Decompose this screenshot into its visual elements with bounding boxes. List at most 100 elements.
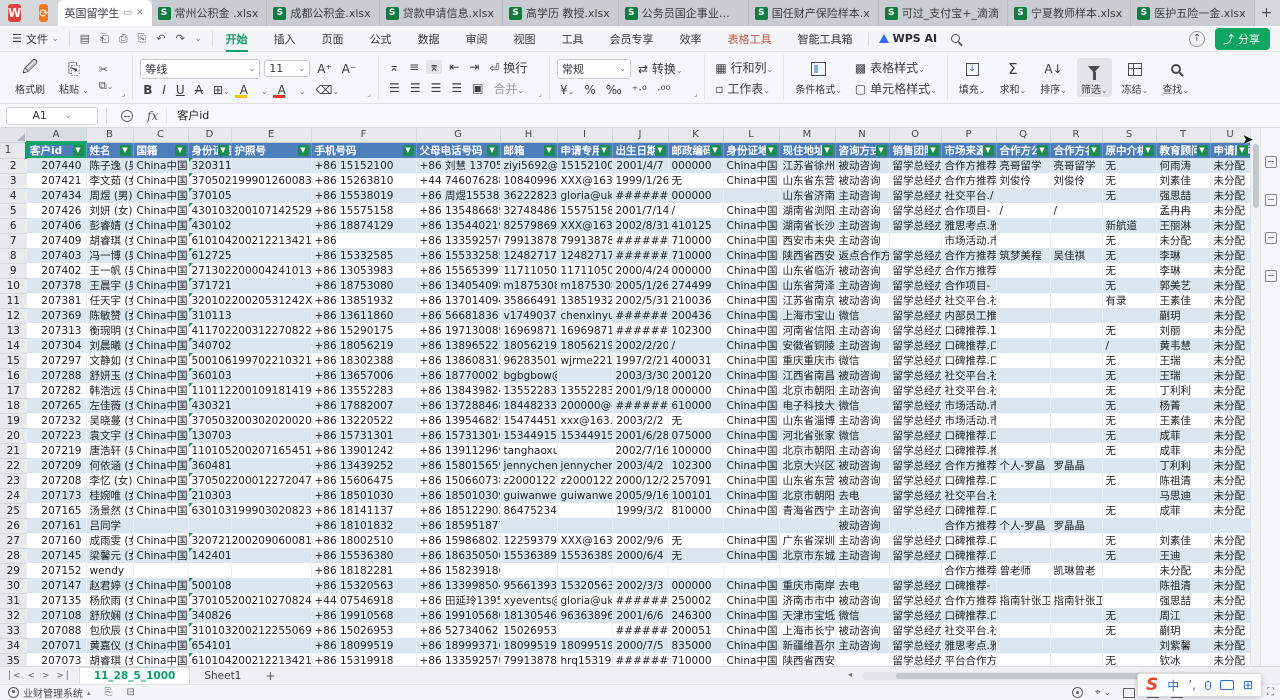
cell[interactable]: 2005/9/16 <box>612 488 668 503</box>
cancel-icon[interactable] <box>121 110 133 122</box>
cell[interactable]: China中国 <box>723 593 779 608</box>
cell[interactable]: 2002/7/16 <box>612 443 668 458</box>
cell[interactable] <box>996 293 1050 308</box>
cell[interactable]: China中国 <box>133 653 188 666</box>
doc-tab[interactable]: S公务员国企事业单位 <box>619 0 749 26</box>
cell[interactable]: China中国 <box>723 608 779 623</box>
cell[interactable]: 留学总经办 <box>889 458 941 473</box>
vertical-scrollbar[interactable] <box>1250 128 1260 666</box>
cell[interactable]: 15474451 <box>500 413 557 428</box>
cell[interactable]: 李文茹 (女 <box>86 173 133 188</box>
menu-item-数据[interactable]: 数据 <box>405 27 453 51</box>
cell[interactable]: +86 15536380 <box>311 548 416 563</box>
cell[interactable] <box>231 233 311 248</box>
cell[interactable] <box>1050 278 1102 293</box>
cell[interactable] <box>231 308 311 323</box>
cell[interactable]: 15320563 <box>557 578 612 593</box>
cell[interactable] <box>996 383 1050 398</box>
menu-item-视图[interactable]: 视图 <box>501 27 549 51</box>
cell[interactable]: 口碑推荐.口 <box>941 353 996 368</box>
cell[interactable] <box>231 488 311 503</box>
cell[interactable] <box>1050 338 1102 353</box>
copy-icon[interactable]: ⧉⌄ <box>99 79 114 93</box>
panel-icon-2[interactable] <box>1265 194 1277 206</box>
cell[interactable]: 无 <box>1102 173 1156 188</box>
cell[interactable]: / <box>996 203 1050 218</box>
cell[interactable]: 合作方推荐 <box>941 158 996 173</box>
cell[interactable]: 电子科技大 <box>779 398 835 413</box>
cell[interactable] <box>231 353 311 368</box>
cell[interactable]: 口碑推荐.推 <box>941 443 996 458</box>
cell[interactable] <box>723 563 779 578</box>
cell[interactable]: 无 <box>1102 158 1156 173</box>
microphone-icon[interactable] <box>1205 681 1211 690</box>
cell[interactable]: 留学总经办 <box>889 248 941 263</box>
cell[interactable]: +86 1553325850 <box>416 248 500 263</box>
cell[interactable]: 主动咨询 <box>835 233 889 248</box>
cell[interactable] <box>996 263 1050 278</box>
cell[interactable]: 未分配 <box>1210 488 1250 503</box>
cell[interactable]: 合作方推荐 <box>941 593 996 608</box>
cell[interactable]: 文静如 (女 <box>86 353 133 368</box>
cell[interactable]: 郭美艺 <box>1156 278 1210 293</box>
cell[interactable]: 未分配 <box>1210 368 1250 383</box>
wrap-text-button[interactable]: ⏎ 换行 <box>486 59 530 76</box>
cell[interactable]: +86 1506607386 <box>416 473 500 488</box>
cell[interactable] <box>996 638 1050 653</box>
cell[interactable]: China中国 <box>133 158 188 173</box>
row-number[interactable]: 6 <box>0 218 26 233</box>
panel-icon-3[interactable] <box>1265 232 1277 244</box>
cell[interactable]: 15536389 <box>557 548 612 563</box>
cell[interactable] <box>889 233 941 248</box>
cell[interactable]: +86 周煜155380 <box>416 188 500 203</box>
cell[interactable]: 合作方推荐 <box>941 263 996 278</box>
cell[interactable] <box>612 518 668 533</box>
cell[interactable]: 被动咨询 <box>835 593 889 608</box>
cell[interactable]: wjrme221@ <box>557 353 612 368</box>
cell[interactable]: China中国 <box>723 488 779 503</box>
col-letter-P[interactable]: P <box>941 128 996 142</box>
cell[interactable]: China中国 <box>133 608 188 623</box>
cell[interactable]: 留学总经办 <box>889 578 941 593</box>
cell[interactable]: ######## <box>612 308 668 323</box>
cell[interactable]: 610104200212213421 <box>188 653 231 666</box>
cell[interactable]: 207071 <box>26 638 86 653</box>
cell[interactable]: +86 <box>311 233 416 248</box>
cell[interactable]: 654101200007050581 <box>188 638 231 653</box>
row-number[interactable]: 20 <box>0 428 26 443</box>
cell[interactable]: China中国 <box>723 308 779 323</box>
cell[interactable] <box>231 608 311 623</box>
cell[interactable]: 200051 <box>668 623 723 638</box>
col-letter-F[interactable]: F <box>311 128 416 142</box>
cell[interactable]: 2000/12/27 <box>612 473 668 488</box>
row-number[interactable]: 19 <box>0 413 26 428</box>
cell[interactable] <box>996 578 1050 593</box>
cell[interactable]: XXX@163. <box>557 218 612 233</box>
eye-protect-icon[interactable] <box>1072 687 1083 698</box>
cell[interactable]: 胡睿琪 (女 <box>86 233 133 248</box>
cell[interactable]: 400031 <box>668 353 723 368</box>
header-cell[interactable]: 现住地址▼ <box>779 142 835 158</box>
filter-dropdown-icon[interactable]: ▼ <box>822 145 833 156</box>
cell[interactable]: 未分配 <box>1210 218 1250 233</box>
cell[interactable]: +86 18753080 <box>311 278 416 293</box>
cell[interactable]: 130703200106280921 <box>188 428 231 443</box>
cell[interactable]: 430321200211140121 <box>188 398 231 413</box>
cell[interactable]: ######## <box>612 398 668 413</box>
cell[interactable]: 135522836 <box>500 383 557 398</box>
cell[interactable]: 710000 <box>668 653 723 666</box>
cell[interactable]: 无 <box>1102 413 1156 428</box>
cell[interactable]: xyevents@ <box>500 593 557 608</box>
cell[interactable]: +86 15575158 <box>311 203 416 218</box>
cell[interactable]: 799138782 <box>500 233 557 248</box>
align-top-icon[interactable]: ⌅ <box>386 60 402 74</box>
cell[interactable]: 主动咨询 <box>835 443 889 458</box>
cell[interactable]: China中国 <box>133 473 188 488</box>
cell[interactable]: 未分配 <box>1210 173 1250 188</box>
cell[interactable]: 去电 <box>835 488 889 503</box>
cell[interactable]: 124827175 <box>500 248 557 263</box>
underline-button[interactable]: U <box>173 83 188 97</box>
cell[interactable]: 100000 <box>668 443 723 458</box>
cell[interactable]: 留学总经办 <box>889 263 941 278</box>
cell[interactable]: 吴佳祺 <box>1050 248 1102 263</box>
